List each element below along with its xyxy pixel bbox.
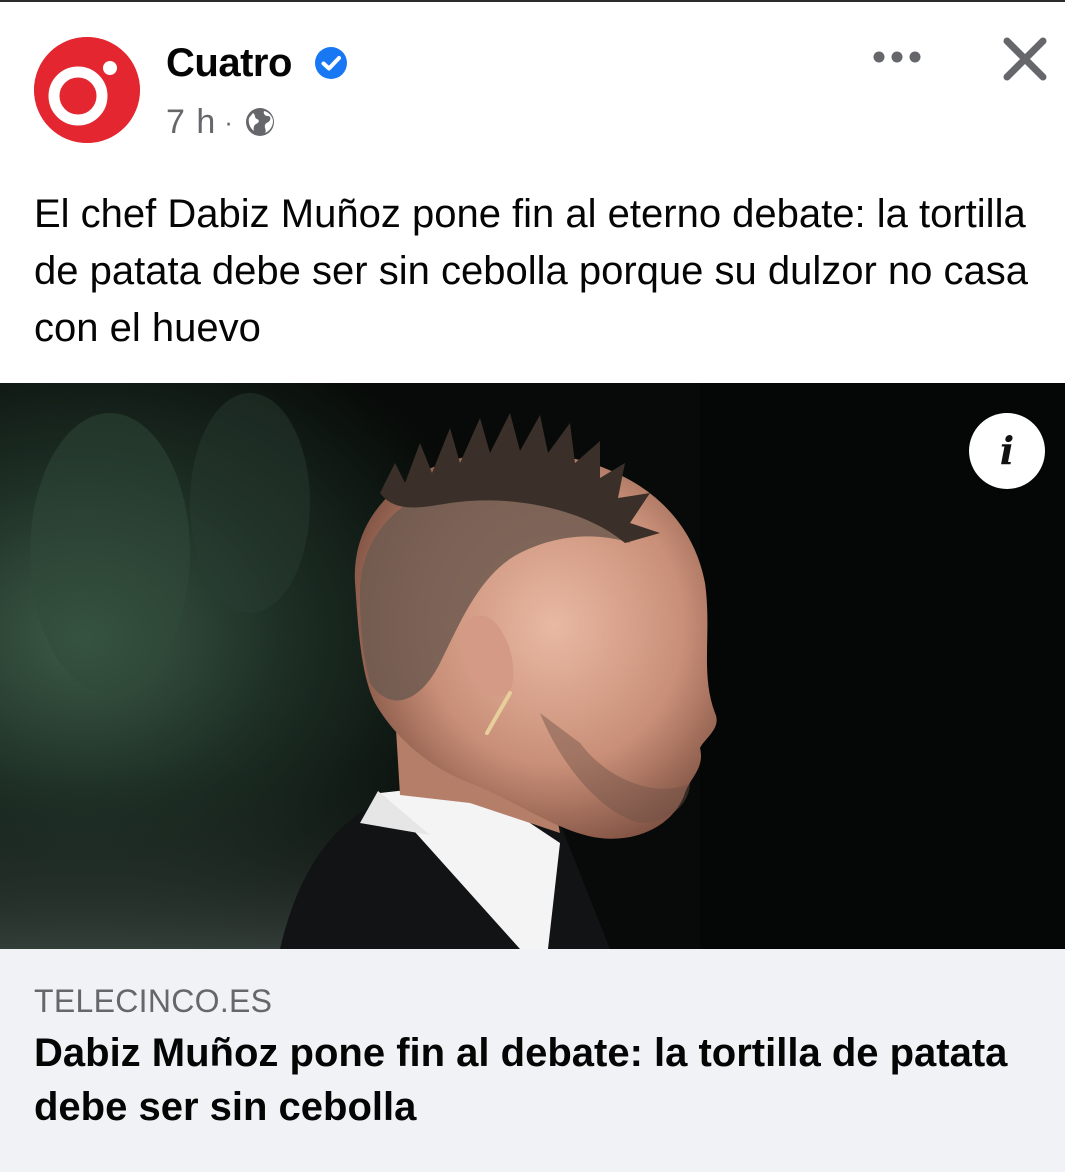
more-options-button[interactable] <box>870 40 924 74</box>
close-button[interactable] <box>998 32 1052 86</box>
verified-badge-icon <box>315 47 347 79</box>
post-timestamp[interactable]: 7 h <box>166 103 216 142</box>
link-title[interactable]: Dabiz Muñoz pone fin al debate: la torti… <box>34 1026 1024 1134</box>
post-text: El chef Dabiz Muñoz pone fin al eterno d… <box>34 192 1029 350</box>
info-icon: i <box>999 428 1015 473</box>
post-meta: 7 h · <box>166 100 276 144</box>
page-name[interactable]: Cuatro <box>166 38 292 88</box>
article-image[interactable] <box>0 383 1065 949</box>
link-domain: TELECINCO.ES <box>34 983 273 1019</box>
top-divider <box>0 0 1065 2</box>
cuatro-logo <box>34 37 140 143</box>
close-icon <box>1003 37 1047 81</box>
image-info-button[interactable]: i <box>969 413 1045 489</box>
globe-icon <box>245 108 274 136</box>
page-avatar[interactable] <box>34 37 140 143</box>
chef-portrait-image <box>0 383 1065 949</box>
meta-separator: · <box>224 106 234 137</box>
more-options-icon <box>873 51 921 63</box>
